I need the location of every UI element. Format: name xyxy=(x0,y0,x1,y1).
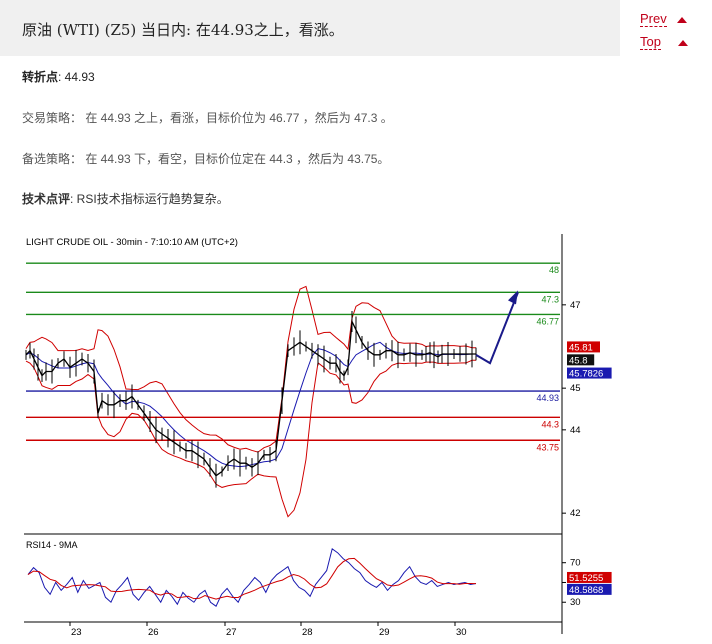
page-header: 原油 (WTI) (Z5) 当日内: 在44.93之上，看涨。 xyxy=(0,0,620,56)
strategy-text: 交易策略： 在 44.93 之上，看涨，目标价位为 46.77 ，然后为 47.… xyxy=(22,111,393,125)
price-label-2: 45.7826 xyxy=(569,369,603,380)
price-label-1: 45.8 xyxy=(569,355,588,366)
price-chart: LIGHT CRUDE OIL - 30min - 7:10:10 AM (UT… xyxy=(24,234,612,638)
level-label-5: 43.75 xyxy=(536,442,559,452)
x-tick-label-2: 27 xyxy=(226,627,237,638)
top-link[interactable]: Top xyxy=(640,34,688,50)
y-ticks: 42 44 45 47 xyxy=(562,300,581,519)
rsi-title: RSI14 - 9MA xyxy=(26,540,78,550)
comment-line: 技术点评: RSI技术指标运行趋势复杂。 xyxy=(22,190,229,207)
level-label-1: 47.3 xyxy=(541,294,559,304)
rsi-label-1: 48.5868 xyxy=(569,585,603,596)
rsi-line xyxy=(27,548,477,607)
prev-link-label[interactable]: Prev xyxy=(640,11,667,27)
rsi-label-0: 51.5255 xyxy=(569,573,603,584)
y-tick-label-1: 44 xyxy=(570,425,581,436)
chart-title: LIGHT CRUDE OIL - 30min - 7:10:10 AM (UT… xyxy=(26,237,238,248)
rsi-series: 30 70 51.525548.5868 xyxy=(27,548,612,608)
x-tick-label-3: 28 xyxy=(302,627,313,638)
page-title: 原油 (WTI) (Z5) 当日内: 在44.93之上，看涨。 xyxy=(22,21,344,39)
arrow-up-icon xyxy=(676,16,687,23)
comment-text: : RSI技术指标运行趋势复杂。 xyxy=(70,192,229,206)
x-ticks: 23 26 27 28 29 30 xyxy=(69,622,467,638)
level-label-2: 46.77 xyxy=(536,316,559,326)
rsi-ma-line xyxy=(27,557,477,600)
pivot-value: : 44.93 xyxy=(58,70,95,84)
y-tick-label-2: 45 xyxy=(570,383,581,394)
level-label-0: 48 xyxy=(549,265,559,275)
x-tick-label-4: 29 xyxy=(379,627,390,638)
y-tick-label-0: 42 xyxy=(570,508,581,519)
y-tick-label-3: 47 xyxy=(570,300,581,311)
level-label-4: 44.3 xyxy=(541,419,559,429)
price-labels: 45.81 45.8 45.7826 xyxy=(567,341,612,380)
x-tick-label-5: 30 xyxy=(456,627,467,638)
pivot-label: 转折点 xyxy=(22,70,59,84)
price-plot-area xyxy=(24,234,562,534)
rsi-tick-label-0: 30 xyxy=(570,597,581,608)
comment-label: 技术点评 xyxy=(22,192,71,206)
level-label-3: 44.93 xyxy=(536,393,559,403)
arrow-up-icon xyxy=(677,39,688,46)
rsi-tick-label-2: 70 xyxy=(570,558,581,569)
price-label-0: 45.81 xyxy=(569,342,593,353)
top-link-label[interactable]: Top xyxy=(640,34,661,50)
x-tick-label-1: 26 xyxy=(148,627,159,638)
pivot-line: 转折点: 44.93 xyxy=(22,68,95,85)
alternative-text: 备选策略： 在 44.93 下，看空，目标价位定在 44.3 ，然后为 43.7… xyxy=(22,152,390,166)
prev-link[interactable]: Prev xyxy=(640,11,687,27)
x-tick-label-0: 23 xyxy=(71,627,82,638)
